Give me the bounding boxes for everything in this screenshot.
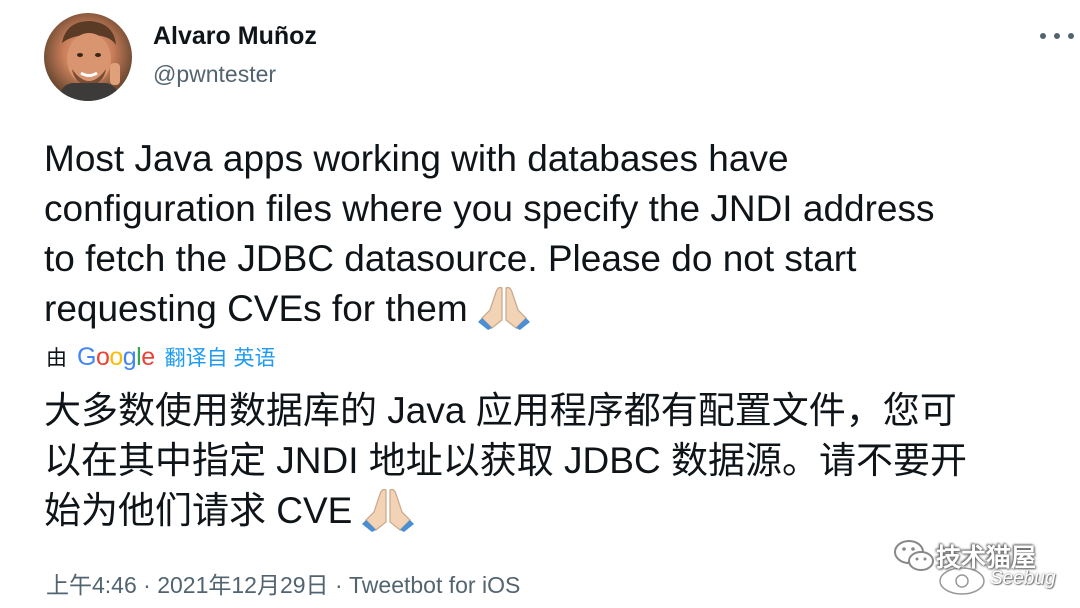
tweet-line: Most Java apps working with databases ha… bbox=[44, 138, 789, 179]
wechat-icon bbox=[894, 540, 934, 571]
translated-line: 大多数使用数据库的 Java 应用程序都有配置文件，您可 bbox=[44, 390, 957, 431]
translated-line: 以在其中指定 JNDI 地址以获取 JDBC 数据源。请不要开 bbox=[44, 440, 967, 481]
google-logo: Google bbox=[77, 343, 155, 372]
more-dot bbox=[1068, 33, 1074, 39]
avatar-photo bbox=[58, 21, 120, 101]
more-options-icon[interactable] bbox=[1040, 24, 1074, 48]
translation-bar: 由 Google 翻译自 英语 bbox=[46, 340, 275, 374]
meta-separator: · bbox=[143, 572, 151, 598]
more-dot bbox=[1054, 33, 1060, 39]
watermark: 技术猫屋 Seebug bbox=[892, 536, 1076, 602]
tweet-source-link[interactable]: Tweetbot for iOS bbox=[349, 572, 520, 598]
translated-line: 始为他们请求 CVE bbox=[44, 490, 353, 531]
google-logo-letter: o bbox=[109, 342, 123, 371]
watermark-subtitle: Seebug bbox=[990, 568, 1056, 589]
tweet-date: 2021年12月29日 bbox=[157, 572, 329, 598]
google-logo-letter: o bbox=[95, 342, 110, 371]
google-logo-letter: G bbox=[77, 342, 96, 371]
tweet-line: configuration files where you specify th… bbox=[44, 188, 935, 229]
tweet-line: requesting CVEs for them bbox=[44, 288, 468, 329]
tweet-line: to fetch the JDBC datasource. Please do … bbox=[44, 238, 857, 279]
translated-from-link[interactable]: 翻译自 英语 bbox=[165, 342, 276, 372]
tweet-time-link[interactable]: 上午4:46 · 2021年12月29日 bbox=[46, 572, 329, 598]
google-logo-letter: g bbox=[122, 342, 137, 371]
translation-prefix: 由 bbox=[46, 347, 67, 370]
tweet-text: Most Java apps working with databases ha… bbox=[44, 134, 1074, 343]
tweet-line-last: requesting CVEs for them bbox=[44, 284, 1074, 343]
more-dot bbox=[1040, 33, 1046, 39]
tweet-time: 上午4:46 bbox=[46, 572, 137, 598]
author-name[interactable]: Alvaro Muñoz bbox=[153, 22, 317, 51]
google-logo-letter: e bbox=[141, 342, 155, 371]
avatar[interactable] bbox=[44, 13, 132, 101]
folded-hands-icon bbox=[362, 486, 415, 545]
tweet-meta: 上午4:46 · 2021年12月29日 · Tweetbot for iOS bbox=[46, 566, 520, 600]
author-handle[interactable]: @pwntester bbox=[153, 61, 276, 88]
folded-hands-icon bbox=[477, 284, 530, 343]
translated-text: 大多数使用数据库的 Java 应用程序都有配置文件，您可 以在其中指定 JNDI… bbox=[44, 386, 1074, 545]
meta-separator: · bbox=[334, 572, 343, 598]
